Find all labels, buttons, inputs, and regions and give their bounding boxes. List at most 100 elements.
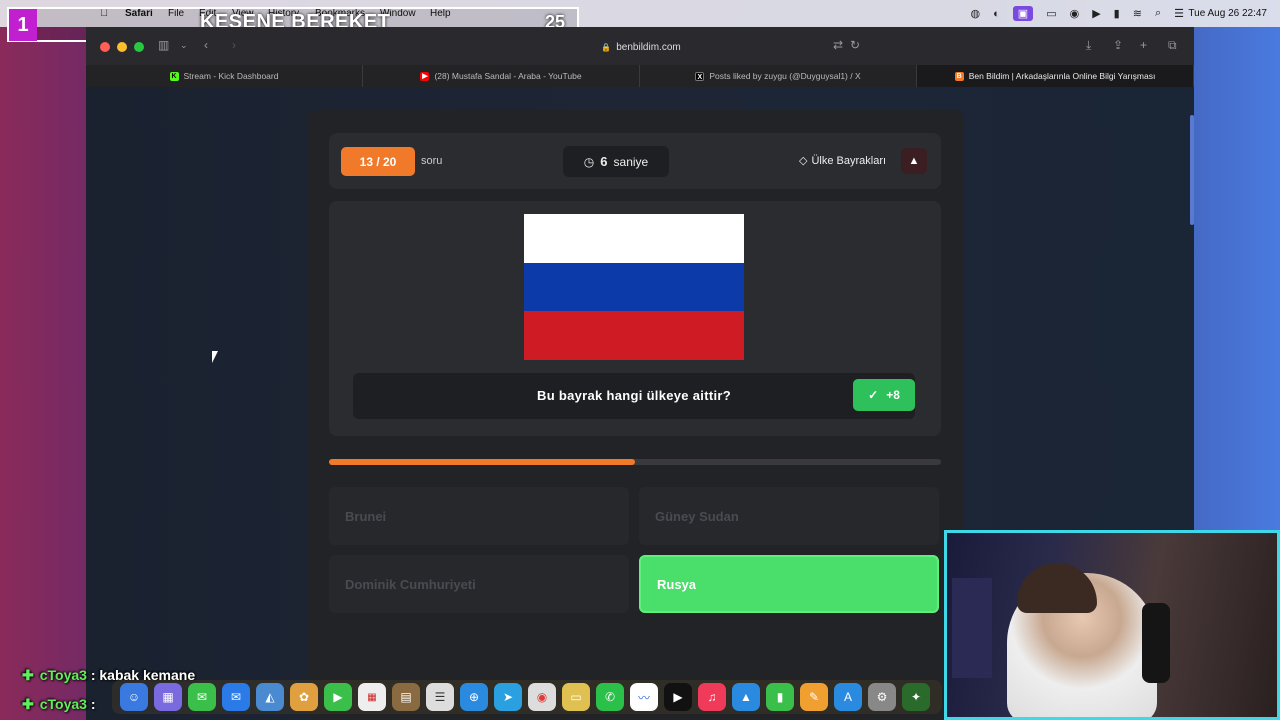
question-card: Bu bayrak hangi ülkeye aittir? ✓ +8 — [329, 201, 941, 436]
facetime-icon[interactable]: ▶ — [324, 683, 352, 711]
music-icon[interactable]: ♫ — [698, 683, 726, 711]
keynote-icon[interactable]: ▲ — [732, 683, 760, 711]
photos-icon[interactable]: ✿ — [290, 683, 318, 711]
mail-icon[interactable]: ✉ — [222, 683, 250, 711]
check-icon: ✓ — [868, 388, 879, 402]
answer-label: Brunei — [345, 508, 387, 524]
maps-icon[interactable]: ◭ — [256, 683, 284, 711]
overlay-number: 1 — [9, 9, 37, 41]
address-bar[interactable]: 🔒 benbildim.com — [416, 36, 866, 58]
window-controls — [100, 42, 144, 52]
finder-icon[interactable]: ☺ — [120, 683, 148, 711]
category-label: ◇ Ülke Bayrakları — [799, 154, 887, 168]
chat-message: ✚ cToya3 : — [22, 696, 96, 713]
translate-icon[interactable]: ⇄ — [833, 38, 843, 52]
flag-stripe — [524, 214, 744, 263]
chat-text: : — [90, 696, 96, 712]
streamer-hair — [1017, 563, 1097, 613]
whatsapp-icon[interactable]: ✆ — [596, 683, 624, 711]
tab-overview-icon[interactable]: ⧉ — [1168, 38, 1177, 53]
answer-option[interactable]: Güney Sudan — [639, 487, 939, 545]
battery-icon[interactable]: ▮ — [1114, 7, 1120, 20]
tab-benbildim[interactable]: B Ben Bildim | Arkadaşlarınla Online Bil… — [917, 65, 1194, 87]
back-icon[interactable]: ‹ — [204, 38, 208, 52]
freeform-icon[interactable]: 〰 — [630, 683, 658, 711]
question-text: Bu bayrak hangi ülkeye aittir? — [537, 388, 731, 403]
search-icon[interactable]: ⌕ — [1155, 7, 1161, 20]
answer-option[interactable]: Dominik Cumhuriyeti — [329, 555, 629, 613]
numbers-icon[interactable]: ▮ — [766, 683, 794, 711]
plus-icon: ✚ — [22, 696, 34, 712]
question-bar: Bu bayrak hangi ülkeye aittir? ✓ +8 — [353, 373, 915, 419]
webcam-feed — [944, 530, 1280, 720]
tab-youtube[interactable]: ▶ (28) Mustafa Sandal - Araba - YouTube — [363, 65, 640, 87]
reminders-icon[interactable]: ☰ — [426, 683, 454, 711]
answer-option[interactable]: Brunei — [329, 487, 629, 545]
notes-app-icon[interactable]: ▤ — [392, 683, 420, 711]
chevron-down-icon[interactable]: ⌄ — [180, 40, 188, 51]
app-store-icon[interactable]: A — [834, 683, 862, 711]
timer-unit: saniye — [613, 154, 649, 169]
minimize-window-button[interactable] — [117, 42, 127, 52]
menubar-clock[interactable]: Tue Aug 26 22:47 — [1188, 8, 1267, 19]
tab-kick-dashboard[interactable]: K Stream - Kick Dashboard — [86, 65, 363, 87]
question-counter: 13 / 20 — [341, 147, 415, 176]
download-icon[interactable]: ⤓ — [1086, 38, 1091, 53]
tab-label: Ben Bildim | Arkadaşlarınla Online Bilgi… — [968, 71, 1156, 81]
display-icon[interactable]: ▭ — [1046, 7, 1056, 20]
answer-label: Güney Sudan — [655, 508, 739, 524]
points-badge: ✓ +8 — [853, 379, 915, 411]
control-center-icon[interactable]: ☰ — [1174, 7, 1184, 20]
messages-icon[interactable]: ✉ — [188, 683, 216, 711]
tab-bar: K Stream - Kick Dashboard ▶ (28) Mustafa… — [86, 65, 1194, 87]
quiz-panel: 13 / 20 soru ◷ 6 saniye ◇ Ülke Bayraklar… — [307, 110, 964, 720]
report-button[interactable]: ▲ — [901, 148, 927, 174]
wifi-icon[interactable]: ≋ — [1133, 7, 1142, 20]
new-tab-icon[interactable]: + — [1140, 38, 1147, 52]
answer-option-correct[interactable]: Rusya — [639, 555, 939, 613]
timer-value: 6 — [600, 154, 608, 169]
telegram-icon[interactable]: ➤ — [494, 683, 522, 711]
chat-username: cToya3 — [39, 667, 87, 683]
pages-icon[interactable]: ✎ — [800, 683, 828, 711]
visibility-icon[interactable]: ◉ — [1070, 7, 1080, 20]
apple-tv-icon[interactable]: ▶ — [664, 683, 692, 711]
forward-icon[interactable]: › — [232, 38, 236, 52]
language-icon[interactable]: ◍ — [971, 7, 981, 20]
sync-icon[interactable]: ◐ — [993, 8, 1000, 20]
share-icon[interactable]: ⇪ — [1113, 38, 1123, 52]
tab-label: (28) Mustafa Sandal - Araba - YouTube — [434, 71, 582, 81]
play-icon[interactable]: ▶ — [1092, 7, 1100, 20]
reload-icon[interactable]: ↻ — [850, 38, 860, 52]
screen-share-icon[interactable]: ▣ — [1012, 6, 1034, 21]
tab-x-posts[interactable]: X Posts liked by zuygu (@Duyguysal1) / X — [640, 65, 917, 87]
tab-label: Posts liked by zuygu (@Duyguysal1) / X — [709, 71, 861, 81]
timer: ◷ 6 saniye — [563, 146, 669, 177]
calendar-icon[interactable]: ▦ — [358, 683, 386, 711]
stream-app-icon[interactable]: ✦ — [902, 683, 930, 711]
x-icon: X — [695, 71, 705, 81]
scrollbar[interactable] — [1190, 115, 1194, 225]
flag-image — [524, 214, 744, 360]
sidebar-icon[interactable]: ▥ — [158, 38, 169, 52]
notes-icon[interactable]: ▭ — [562, 683, 590, 711]
tab-label: Stream - Kick Dashboard — [183, 71, 279, 81]
zoom-window-button[interactable] — [134, 42, 144, 52]
tag-icon: ◇ — [799, 155, 808, 167]
close-window-button[interactable] — [100, 42, 110, 52]
youtube-icon: ▶ — [420, 71, 430, 81]
system-settings-icon[interactable]: ⚙ — [868, 683, 896, 711]
kick-icon: K — [169, 71, 179, 81]
launchpad-icon[interactable]: ▦ — [154, 683, 182, 711]
safari-icon[interactable]: ⊕ — [460, 683, 488, 711]
chat-username: cToya3 — [39, 696, 87, 712]
chrome-icon[interactable]: ◉ — [528, 683, 556, 711]
question-word: soru — [421, 155, 443, 167]
mouse-cursor — [212, 351, 218, 363]
flag-stripe — [524, 311, 744, 360]
benbildim-icon: B — [954, 71, 964, 81]
answer-label: Dominik Cumhuriyeti — [345, 576, 476, 592]
category-text: Ülke Bayrakları — [811, 154, 887, 167]
quiz-header: 13 / 20 soru ◷ 6 saniye ◇ Ülke Bayraklar… — [329, 133, 941, 189]
plus-icon: ✚ — [22, 667, 34, 683]
